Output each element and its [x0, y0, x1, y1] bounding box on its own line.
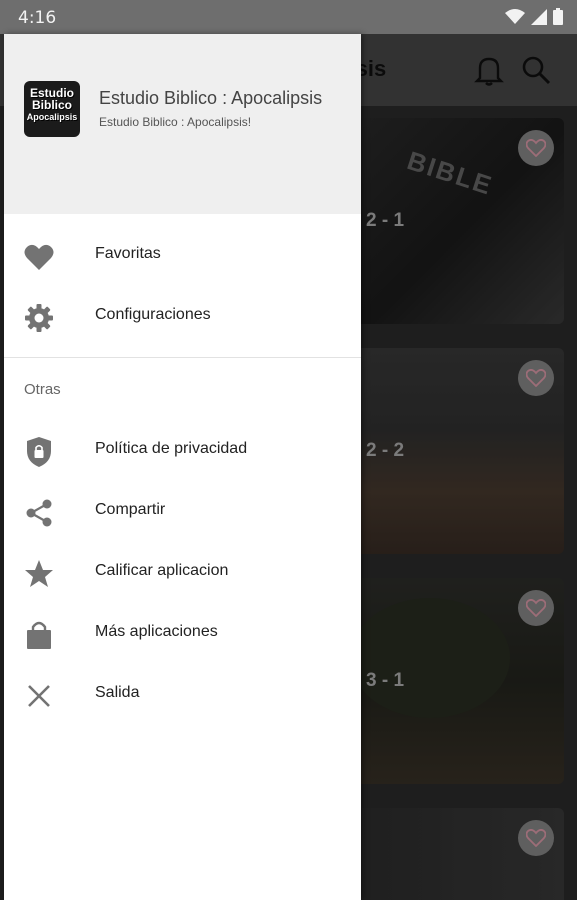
heart-icon [22, 240, 56, 274]
drawer-app-name: Estudio Biblico : Apocalipsis [99, 88, 323, 108]
wifi-icon [505, 8, 525, 24]
drawer-item-label: Calificar aplicacion [95, 562, 229, 579]
status-bar: 4:16 [0, 0, 577, 34]
signal-icon [531, 8, 547, 25]
shopping-bag-icon [22, 618, 56, 652]
battery-icon [553, 8, 563, 25]
drawer-item-label: Política de privacidad [95, 440, 248, 457]
share-icon [22, 496, 56, 530]
drawer-item-label: Más aplicaciones [95, 623, 218, 640]
status-time: 4:16 [18, 8, 57, 28]
navigation-drawer: Estudio Biblico Apocalipsis Estudio Bibl… [4, 34, 361, 900]
drawer-item-label: Salida [95, 684, 140, 701]
drawer-item-salida[interactable]: Salida [4, 667, 361, 723]
close-icon [22, 679, 56, 713]
drawer-header: Estudio Biblico Apocalipsis Estudio Bibl… [4, 34, 361, 214]
shield-lock-icon [22, 435, 56, 469]
app-logo: Estudio Biblico Apocalipsis [24, 81, 80, 137]
drawer-app-subtitle: Estudio Biblico : Apocalipsis! [99, 115, 252, 129]
logo-line: Biblico [31, 98, 72, 112]
drawer-divider [4, 357, 361, 358]
drawer-item-label: Favoritas [95, 245, 161, 262]
star-icon [22, 557, 56, 591]
drawer-item-privacidad[interactable]: Política de privacidad [4, 423, 361, 479]
drawer-item-label: Compartir [95, 501, 166, 518]
drawer-section-label: Otras [24, 381, 61, 398]
status-icons [505, 8, 563, 25]
logo-line: Apocalipsis [26, 112, 78, 122]
drawer-item-mas-aplicaciones[interactable]: Más aplicaciones [4, 606, 361, 662]
drawer-item-configuraciones[interactable]: Configuraciones [4, 289, 361, 345]
drawer-item-compartir[interactable]: Compartir [4, 484, 361, 540]
drawer-item-label: Configuraciones [95, 306, 211, 323]
drawer-item-calificar[interactable]: Calificar aplicacion [4, 545, 361, 601]
drawer-item-favoritas[interactable]: Favoritas [4, 228, 361, 284]
gear-icon [22, 301, 56, 335]
